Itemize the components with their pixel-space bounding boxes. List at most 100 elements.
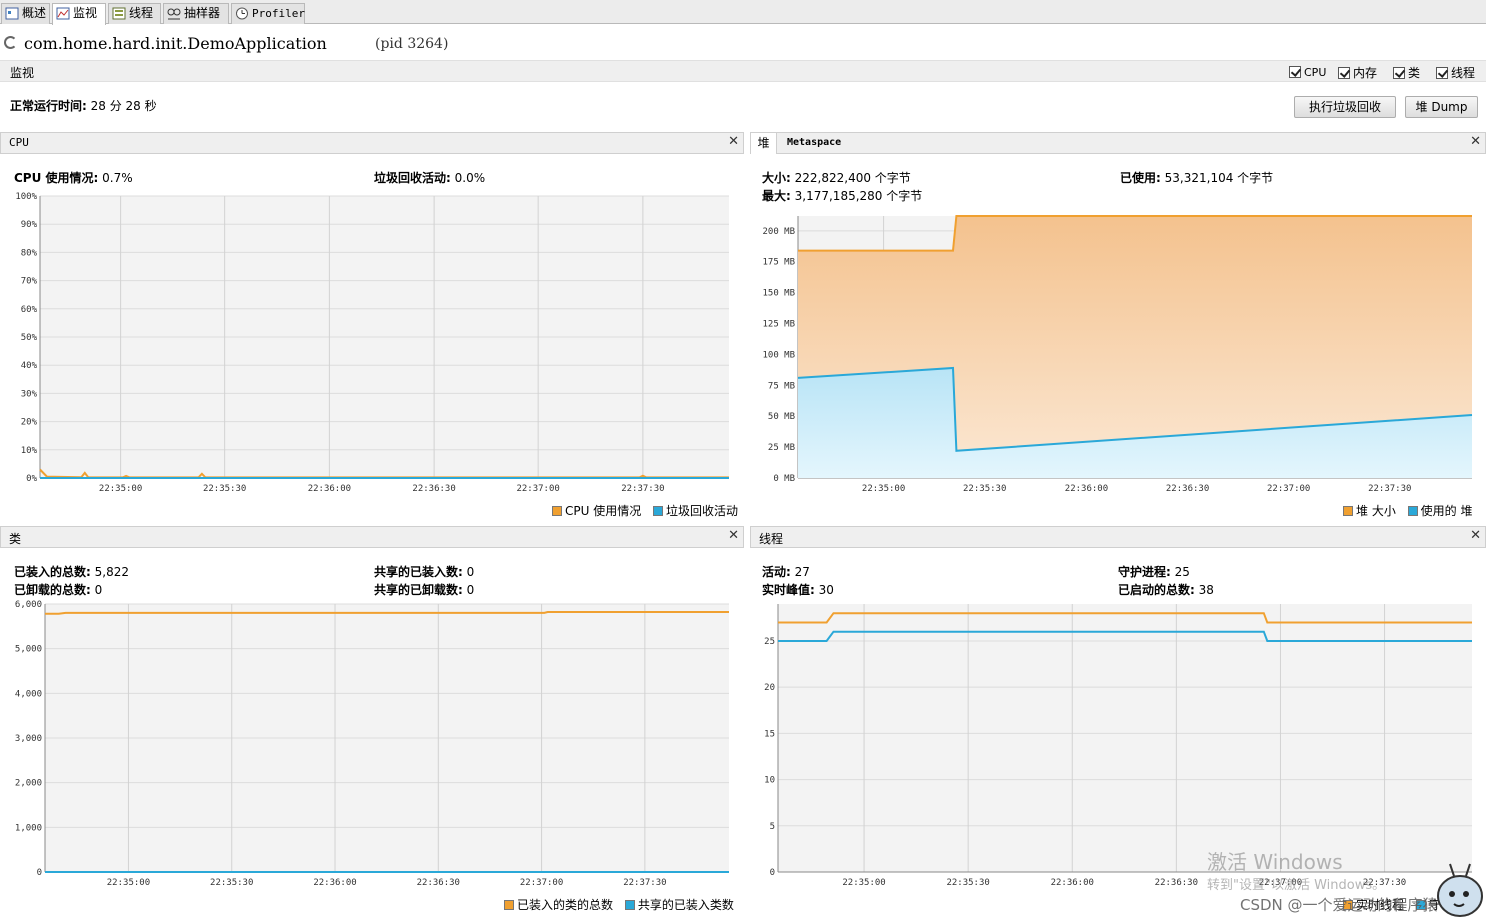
clock-icon bbox=[236, 7, 248, 20]
legend-label: 堆 大小 bbox=[1356, 504, 1396, 518]
stat-label: 已使用: bbox=[1120, 171, 1161, 185]
shared-unloaded-stat: 共享的已卸载数: 0 bbox=[374, 581, 474, 598]
stat-value: 25 bbox=[1174, 565, 1190, 579]
heap-legend: 堆 大小 使用的 堆 bbox=[1343, 502, 1472, 519]
classes-panel: 类 ✕ 已装入的总数: 5,822 已卸载的总数: 0 共享的已装入数: 0 共… bbox=[0, 526, 744, 916]
y-tick-label: 40% bbox=[21, 361, 38, 371]
threads-panel-header: 线程 ✕ bbox=[750, 526, 1486, 548]
tab-monitor[interactable]: 监视 bbox=[52, 3, 106, 25]
classes-chart: 0 1,000 2,000 3,000 4,000 5,000 6,000 22:35:00 2… bbox=[15, 600, 729, 888]
cpu-tab[interactable]: CPU bbox=[9, 136, 29, 149]
tab-threads[interactable]: 线程 bbox=[108, 3, 161, 24]
y-tick-label: 30% bbox=[21, 389, 38, 399]
y-tick-label: 150 MB bbox=[762, 289, 795, 299]
y-tick-label: 25 MB bbox=[768, 443, 795, 453]
y-tick-label: 0 MB bbox=[773, 474, 795, 484]
threads-panel: 线程 ✕ 活动: 27 实时峰值: 30 守护进程: 25 已启动的总数: 38… bbox=[750, 526, 1486, 916]
x-tick-label: 22:35:00 bbox=[862, 484, 905, 494]
stat-value: 0.0% bbox=[454, 171, 486, 185]
stat-label: 垃圾回收活动: bbox=[374, 171, 451, 185]
legend-swatch bbox=[1407, 506, 1418, 516]
legend-label: 垃圾回收活动 bbox=[666, 504, 739, 518]
legend-label: 使用的 堆 bbox=[1420, 504, 1473, 518]
cpu-chart: 0% 10% 20% 30% 40% 50% 60% 70% 80% 90% 100% 22:35:0… bbox=[15, 192, 729, 494]
checkbox-icon bbox=[1436, 67, 1448, 79]
tab-sampler[interactable]: 抽样器 bbox=[163, 3, 229, 24]
checkbox-label: 线程 bbox=[1451, 66, 1476, 80]
x-tick-label: 22:35:00 bbox=[107, 878, 150, 888]
close-icon[interactable]: ✕ bbox=[728, 528, 739, 543]
heap-panel: 堆 Metaspace ✕ 大小: 222,822,400 个字节 最大: 3,… bbox=[750, 132, 1486, 522]
legend-label: CPU 使用情况 bbox=[565, 504, 642, 518]
live-threads-stat: 活动: 27 bbox=[762, 563, 810, 580]
x-tick-label: 22:37:30 bbox=[623, 878, 666, 888]
x-tick-label: 22:37:00 bbox=[516, 484, 559, 494]
y-tick-label: 100 MB bbox=[762, 350, 795, 360]
tab-label: 抽样器 bbox=[184, 6, 221, 20]
y-tick-label: 175 MB bbox=[762, 258, 795, 268]
y-tick-label: 5,000 bbox=[15, 645, 42, 655]
stat-value: 0.7% bbox=[102, 171, 133, 185]
stat-label: 守护进程: bbox=[1118, 565, 1171, 579]
threads-icon bbox=[112, 7, 126, 20]
metaspace-tab[interactable]: Metaspace bbox=[787, 137, 841, 148]
threads-tab[interactable]: 线程 bbox=[759, 530, 783, 547]
classes-tab[interactable]: 类 bbox=[9, 530, 21, 547]
x-tick-label: 22:36:00 bbox=[308, 484, 351, 494]
stat-value: 3,177,185,280 个字节 bbox=[794, 189, 923, 203]
uptime-value: 28 分 28 秒 bbox=[90, 99, 157, 113]
y-tick-label: 0% bbox=[26, 474, 37, 484]
y-tick-label: 50 MB bbox=[768, 412, 795, 422]
memory-checkbox[interactable]: 内存 bbox=[1338, 64, 1377, 80]
legend-label: 已装入的类的总数 bbox=[517, 898, 614, 912]
close-icon[interactable]: ✕ bbox=[728, 134, 739, 149]
stat-label: 已装入的总数: bbox=[14, 565, 91, 579]
checkbox-icon bbox=[1338, 67, 1350, 79]
tab-label: Profiler bbox=[252, 7, 305, 20]
close-icon[interactable]: ✕ bbox=[1470, 528, 1481, 543]
started-threads-stat: 已启动的总数: 38 bbox=[1118, 581, 1214, 598]
stat-value: 222,822,400 个字节 bbox=[794, 171, 911, 185]
tab-label: 概述 bbox=[22, 6, 47, 20]
heap-dump-button[interactable]: 堆 Dump bbox=[1405, 96, 1478, 118]
x-tick-label: 22:36:30 bbox=[1155, 878, 1198, 888]
cpu-checkbox[interactable]: CPU bbox=[1289, 64, 1326, 80]
app-name: com.home.hard.init.DemoApplication bbox=[24, 34, 327, 53]
stat-value: 5,822 bbox=[94, 565, 129, 579]
x-tick-label: 22:35:30 bbox=[946, 878, 989, 888]
stat-label: CPU 使用情况: bbox=[14, 171, 99, 185]
heap-tab[interactable]: 堆 bbox=[751, 133, 777, 154]
threads-checkbox[interactable]: 线程 bbox=[1436, 64, 1475, 80]
tab-overview[interactable]: 概述 bbox=[1, 3, 50, 24]
stat-label: 实时峰值: bbox=[762, 583, 815, 597]
x-tick-label: 22:37:00 bbox=[1267, 484, 1310, 494]
shared-loaded-stat: 共享的已装入数: 0 bbox=[374, 563, 474, 580]
legend-swatch bbox=[1343, 506, 1353, 516]
cpu-legend: CPU 使用情况 垃圾回收活动 bbox=[552, 502, 738, 519]
classes-checkbox[interactable]: 类 bbox=[1393, 64, 1420, 80]
uptime-label: 正常运行时间: bbox=[10, 99, 87, 113]
daemon-threads-stat: 守护进程: 25 bbox=[1118, 563, 1190, 580]
y-tick-label: 5 bbox=[770, 822, 775, 832]
x-tick-label: 22:35:30 bbox=[210, 878, 253, 888]
stat-label: 已启动的总数: bbox=[1118, 583, 1195, 597]
y-tick-label: 100% bbox=[15, 192, 37, 202]
perform-gc-button[interactable]: 执行垃圾回收 bbox=[1294, 96, 1396, 118]
y-tick-label: 4,000 bbox=[15, 689, 42, 699]
csdn-watermark: CSDN @一个爱运动的程序猿 bbox=[1240, 896, 1438, 914]
app-pid: (pid 3264) bbox=[375, 36, 449, 52]
tab-label: 监视 bbox=[73, 6, 98, 20]
y-tick-label: 200 MB bbox=[762, 227, 795, 237]
app-title: com.home.hard.init.DemoApplication (pid … bbox=[0, 32, 700, 56]
x-tick-label: 22:36:00 bbox=[1065, 484, 1108, 494]
stat-label: 大小: bbox=[762, 171, 791, 185]
y-tick-label: 20 bbox=[764, 683, 775, 693]
tab-profiler[interactable]: Profiler bbox=[231, 3, 305, 24]
windows-activation-title: 激活 Windows bbox=[1207, 850, 1343, 874]
stat-label: 共享的已装入数: bbox=[374, 565, 463, 579]
y-tick-label: 20% bbox=[21, 418, 38, 428]
x-tick-label: 22:35:30 bbox=[963, 484, 1006, 494]
peak-threads-stat: 实时峰值: 30 bbox=[762, 581, 834, 598]
monitor-title: 监视 bbox=[10, 66, 35, 80]
close-icon[interactable]: ✕ bbox=[1470, 134, 1481, 149]
